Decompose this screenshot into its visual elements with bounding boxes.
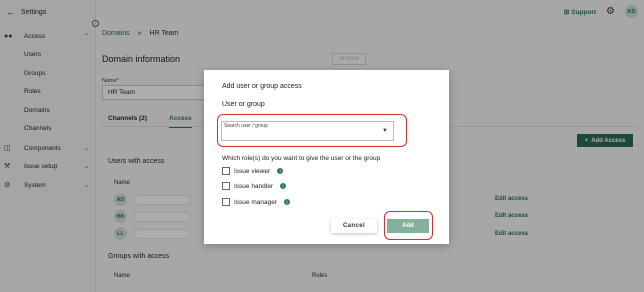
issue-viewer-checkbox[interactable]	[222, 167, 230, 175]
dialog-subtitle: User or group	[222, 101, 265, 108]
search-user-group-field[interactable]: Search user / group ▼	[221, 121, 394, 141]
issue-handler-checkbox[interactable]	[222, 182, 230, 190]
issue-manager-checkbox[interactable]	[222, 198, 230, 206]
search-label: Search user / group	[224, 123, 268, 129]
role-issue-viewer[interactable]: Issue viewer i	[222, 167, 284, 175]
roles-question: Which role(s) do you want to give the us…	[222, 155, 381, 162]
add-button[interactable]: Add	[387, 219, 429, 233]
info-icon[interactable]: i	[284, 199, 290, 205]
info-icon[interactable]: i	[280, 183, 287, 189]
cancel-button[interactable]: Cancel	[331, 219, 377, 233]
dropdown-arrow-icon[interactable]: ▼	[382, 128, 388, 134]
role-issue-handler[interactable]: Issue handler i	[222, 182, 287, 190]
dialog-title: Add user or group access	[222, 83, 302, 90]
info-icon[interactable]: i	[277, 168, 284, 174]
search-input[interactable]	[224, 130, 374, 140]
add-access-dialog: Add user or group access User or group S…	[204, 70, 449, 244]
role-issue-manager[interactable]: Issue manager i	[222, 198, 290, 206]
